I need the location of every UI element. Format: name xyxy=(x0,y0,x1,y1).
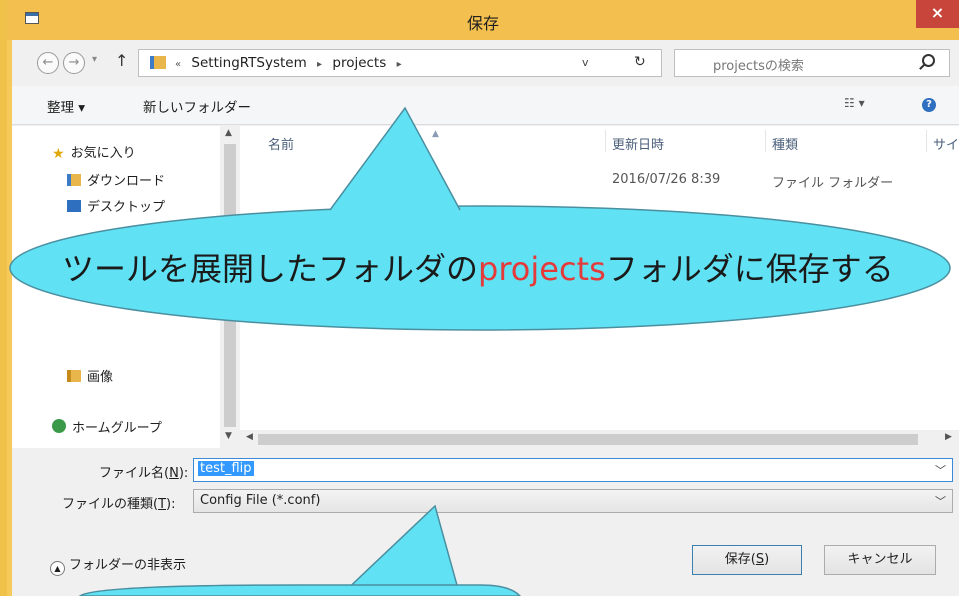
scroll-down-arrow-icon[interactable]: ▼ xyxy=(225,431,232,441)
sidebar-item-desktop[interactable]: デスクトップ xyxy=(67,196,165,215)
forward-button[interactable]: → xyxy=(63,52,85,74)
column-divider[interactable] xyxy=(765,130,766,152)
refresh-icon[interactable]: ↻ xyxy=(634,54,646,70)
navigation-row: ← → ▾ ↑ « SettingRTSystem ▸ projects ▸ v… xyxy=(12,40,959,86)
star-icon: ★ xyxy=(52,146,65,162)
organize-button[interactable]: 整理 ▾ xyxy=(47,96,85,116)
breadcrumb-separator[interactable]: ▸ xyxy=(317,59,322,70)
breadcrumb-projects[interactable]: projects xyxy=(332,55,386,71)
scroll-right-arrow-icon[interactable]: ▶ xyxy=(945,432,952,442)
callout-text: ツールを展開したフォルダのprojectsフォルダに保存する xyxy=(62,250,894,288)
up-arrow-icon[interactable]: ↑ xyxy=(115,51,128,70)
collapse-up-icon: ▲ xyxy=(50,561,65,576)
row-modified-date[interactable]: 2016/07/26 8:39 xyxy=(612,172,720,187)
search-placeholder: projectsの検索 xyxy=(713,59,804,74)
folder-icon xyxy=(150,56,166,69)
file-name-value[interactable]: test_flip xyxy=(198,461,254,476)
file-type-select[interactable]: Config File (*.conf) ﹀ xyxy=(193,489,953,513)
hide-folders-toggle[interactable]: ▲ フォルダーの非表示 xyxy=(50,554,186,576)
hide-folders-label: フォルダーの非表示 xyxy=(69,558,187,573)
address-dropdown-icon[interactable]: v xyxy=(582,56,589,69)
column-header-type[interactable]: 種類 xyxy=(772,134,798,153)
save-form: ファイル名(N): test_flip ﹀ ファイルの種類(T): Config… xyxy=(12,448,959,596)
column-divider[interactable] xyxy=(605,130,606,152)
homegroup-icon xyxy=(52,419,66,433)
command-bar: 整理 ▾ 新しいフォルダー ☷ ▾ ? xyxy=(12,86,959,125)
breadcrumb: « SettingRTSystem ▸ projects ▸ xyxy=(175,55,408,71)
download-folder-icon xyxy=(67,174,81,186)
column-header-date[interactable]: 更新日時 xyxy=(612,134,664,153)
sidebar-item-label: デスクトップ xyxy=(87,200,166,215)
sidebar-item-label: ダウンロード xyxy=(87,174,166,189)
horizontal-scrollbar[interactable]: ◀ ▶ xyxy=(240,430,959,448)
scroll-up-arrow-icon[interactable]: ▲ xyxy=(225,128,232,138)
back-button[interactable]: ← xyxy=(37,52,59,74)
sidebar-item-label: ホームグループ xyxy=(72,421,162,436)
window-title: 保存 xyxy=(466,14,499,33)
callout-highlight: projects xyxy=(478,250,606,288)
sidebar-item-label: 画像 xyxy=(87,370,114,385)
save-dialog: 保存 × ← → ▾ ↑ « SettingRTSystem ▸ project… xyxy=(7,0,959,596)
column-header-size[interactable]: サイズ xyxy=(933,134,959,153)
breadcrumb-settingrtsystem[interactable]: SettingRTSystem xyxy=(191,55,306,71)
dialog-client-area: ← → ▾ ↑ « SettingRTSystem ▸ projects ▸ v… xyxy=(12,40,959,596)
desktop-icon xyxy=(67,200,81,212)
scroll-left-arrow-icon[interactable]: ◀ xyxy=(246,432,253,442)
scrollbar-thumb[interactable] xyxy=(258,434,918,445)
file-type-value: Config File (*.conf) xyxy=(200,493,321,508)
file-name-label: ファイル名(N): xyxy=(99,466,189,481)
cancel-button[interactable]: キャンセル xyxy=(824,545,936,575)
help-icon[interactable]: ? xyxy=(922,98,936,112)
chevron-down-icon[interactable]: ﹀ xyxy=(935,493,946,509)
sidebar-item-pictures[interactable]: 画像 xyxy=(67,366,113,385)
column-divider[interactable] xyxy=(926,130,927,152)
column-header-name[interactable]: 名前 xyxy=(268,134,294,153)
breadcrumb-overflow[interactable]: « xyxy=(175,59,181,70)
pictures-folder-icon xyxy=(67,370,81,382)
change-view-button[interactable]: ☷ ▾ xyxy=(844,96,865,110)
breadcrumb-separator[interactable]: ▸ xyxy=(397,59,402,70)
search-icon[interactable] xyxy=(922,54,935,67)
sidebar-item-label: お気に入り xyxy=(70,146,136,161)
sort-ascending-icon: ▲ xyxy=(432,129,439,139)
new-folder-button[interactable]: 新しいフォルダー xyxy=(143,96,251,116)
recent-locations-icon[interactable]: ▾ xyxy=(92,54,97,65)
sidebar-item-downloads[interactable]: ダウンロード xyxy=(67,170,165,189)
file-name-field[interactable]: test_flip ﹀ xyxy=(193,458,953,482)
search-input[interactable]: projectsの検索 xyxy=(674,49,950,77)
close-button[interactable]: × xyxy=(916,0,959,28)
save-button[interactable]: 保存(S) xyxy=(692,545,802,575)
chevron-down-icon[interactable]: ﹀ xyxy=(935,462,946,478)
title-bar[interactable]: 保存 × xyxy=(7,0,959,40)
file-type-label: ファイルの種類(T): xyxy=(62,497,176,512)
row-file-type[interactable]: ファイル フォルダー xyxy=(772,172,893,191)
address-bar[interactable]: « SettingRTSystem ▸ projects ▸ v ↻ xyxy=(138,49,662,77)
sidebar-item-favorites[interactable]: ★ お気に入り xyxy=(52,142,136,162)
sidebar-item-homegroup[interactable]: ホームグループ xyxy=(52,417,162,436)
